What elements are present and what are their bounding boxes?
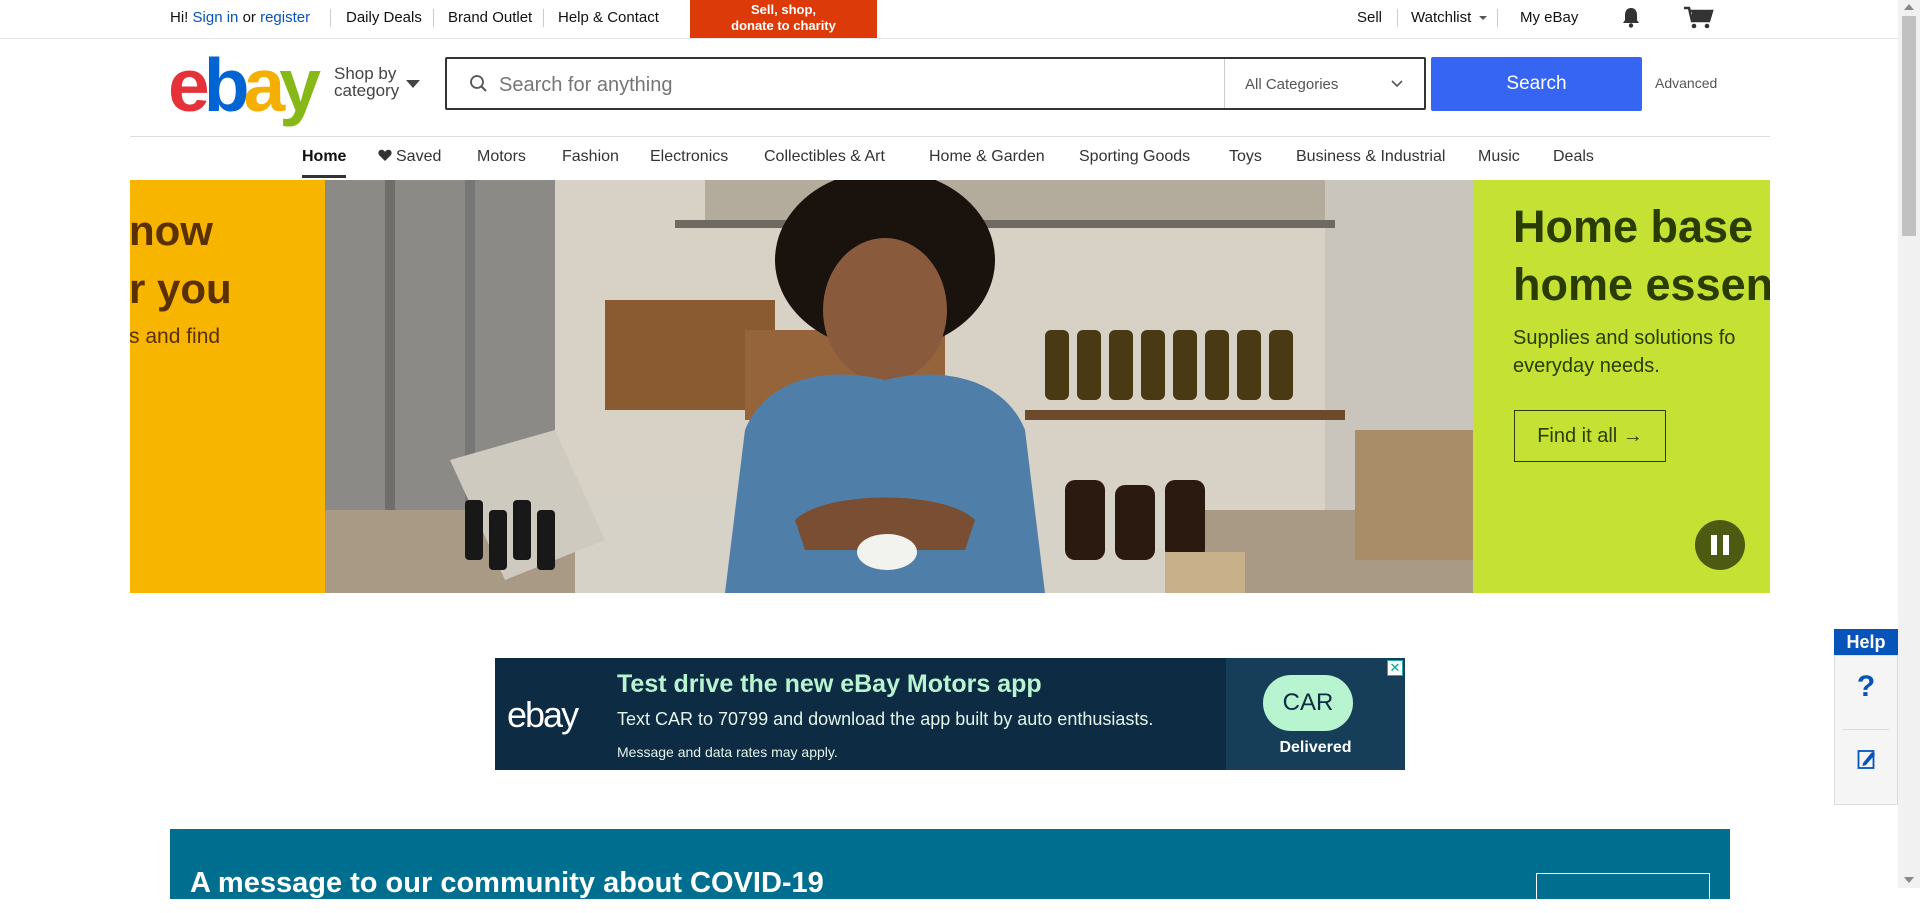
brand-outlet-link[interactable]: Brand Outlet: [448, 9, 532, 26]
nav-item-sporting-goods[interactable]: Sporting Goods: [1079, 148, 1190, 166]
ebay-logo[interactable]: ebay: [168, 48, 321, 123]
chevron-down-icon: [1479, 16, 1488, 20]
hero-promo-panel: Home base home essen Supplies and solutio…: [1473, 180, 1770, 593]
sign-in-link[interactable]: Sign in: [193, 9, 239, 26]
logo-b: b: [203, 43, 250, 127]
previous-slide-heading: now r you: [130, 202, 232, 318]
hero-title-line-1: Home base: [1513, 201, 1754, 252]
close-ad-icon[interactable]: ✕: [1387, 660, 1403, 676]
pause-icon: [1711, 535, 1717, 555]
active-tab-indicator: [302, 175, 346, 178]
logo-y: y: [279, 43, 321, 127]
scrollbar-thumb[interactable]: [1902, 16, 1916, 236]
category-select-label: All Categories: [1245, 76, 1339, 93]
ad-delivered-label: Delivered: [1279, 739, 1352, 756]
previous-slide-subtext: s and find: [130, 325, 221, 348]
ad-title: Test drive the new eBay Motors app: [617, 670, 1042, 698]
search-bar: All Categories: [445, 57, 1426, 110]
divider: [433, 9, 434, 27]
ad-graphic: CAR Delivered: [1226, 658, 1405, 770]
hero-subtitle-line-1: Supplies and solutions fo: [1513, 327, 1736, 349]
search-icon: [469, 74, 489, 99]
charity-line-1: Sell, shop,: [750, 2, 816, 17]
nav-item-toys[interactable]: Toys: [1229, 148, 1262, 166]
previous-slide-line-1: now: [130, 207, 213, 254]
nav-item-music[interactable]: Music: [1478, 148, 1520, 166]
saved-label: Saved: [396, 148, 442, 165]
caret-down-icon: [406, 80, 420, 88]
hero-title-line-2: home essen: [1513, 259, 1770, 310]
logo-e: e: [168, 43, 210, 127]
nav-item-collectibles-art[interactable]: Collectibles & Art: [764, 148, 885, 166]
ad-body: Text CAR to 70799 and download the app b…: [617, 709, 1154, 729]
covid-title: A message to our community about COVID-1…: [190, 867, 824, 899]
hero-subtitle-line-2: everyday needs.: [1513, 355, 1660, 377]
divider: [1843, 729, 1889, 730]
chat-bubble-icon: CAR: [1263, 675, 1353, 731]
divider: [330, 9, 331, 27]
nav-item-saved[interactable]: Saved: [378, 148, 441, 166]
feedback-icon[interactable]: [1857, 748, 1877, 775]
watchlist-link[interactable]: Watchlist: [1411, 9, 1488, 26]
help-contact-link[interactable]: Help & Contact: [558, 9, 659, 26]
ad-fine-print: Message and data rates may apply.: [617, 744, 838, 760]
header-divider: [130, 136, 1770, 137]
advanced-search-link[interactable]: Advanced: [1655, 75, 1717, 91]
scroll-up-arrow-icon[interactable]: [1904, 4, 1914, 10]
question-icon[interactable]: ?: [1835, 670, 1897, 704]
scroll-down-arrow-icon[interactable]: [1904, 877, 1914, 883]
shop-by-line-2: category: [334, 81, 400, 100]
hero-title: Home base home essen: [1513, 198, 1770, 314]
logo-a: a: [243, 43, 286, 127]
nav-item-deals[interactable]: Deals: [1553, 148, 1594, 166]
charity-line-2: donate to charity: [731, 18, 836, 33]
divider: [1397, 9, 1398, 27]
page-scrollbar[interactable]: [1898, 0, 1920, 888]
shop-by-category-button[interactable]: Shop by category: [334, 65, 399, 99]
pause-carousel-button[interactable]: [1695, 520, 1745, 570]
bell-icon[interactable]: [1621, 6, 1641, 33]
register-link[interactable]: register: [260, 9, 310, 26]
hero-subtitle: Supplies and solutions fo everyday needs.: [1513, 324, 1735, 380]
nav-item-fashion[interactable]: Fashion: [562, 148, 619, 166]
chevron-down-icon: [1391, 75, 1403, 93]
divider: [543, 9, 544, 27]
pause-icon: [1723, 535, 1729, 555]
nav-item-home[interactable]: Home: [302, 148, 346, 166]
help-panel: ?: [1834, 655, 1898, 805]
previous-slide-line-2: r you: [130, 265, 232, 312]
charity-banner-link[interactable]: Sell, shop, donate to charity: [690, 0, 877, 38]
my-ebay-link[interactable]: My eBay: [1520, 9, 1578, 26]
nav-item-home-garden[interactable]: Home & Garden: [929, 148, 1045, 166]
find-it-all-button[interactable]: Find it all →: [1514, 410, 1666, 462]
search-button[interactable]: Search: [1431, 57, 1642, 111]
nav-item-electronics[interactable]: Electronics: [650, 148, 728, 166]
nav-item-business-industrial[interactable]: Business & Industrial: [1296, 148, 1445, 166]
hero-photo-woman-at-counter: [325, 180, 1473, 593]
cart-icon[interactable]: [1683, 6, 1715, 35]
watchlist-label: Watchlist: [1411, 9, 1472, 26]
search-input[interactable]: [497, 71, 1141, 99]
help-widget: Help ?: [1834, 629, 1898, 805]
ad-ebay-logo: ebay: [507, 694, 579, 735]
greeting-text: Hi! Sign in or register: [170, 9, 311, 26]
heart-icon: [378, 149, 392, 161]
divider: [1497, 9, 1498, 27]
category-select[interactable]: All Categories: [1224, 59, 1427, 108]
motors-app-ad[interactable]: ebay Test drive the new eBay Motors app …: [495, 658, 1405, 770]
covid-message-banner: A message to our community about COVID-1…: [170, 829, 1730, 913]
sell-link[interactable]: Sell: [1357, 9, 1382, 26]
help-tab[interactable]: Help: [1834, 629, 1898, 655]
top-bar: Hi! Sign in or register Daily Deals Bran…: [0, 0, 1898, 39]
daily-deals-link[interactable]: Daily Deals: [346, 9, 422, 26]
hero-carousel[interactable]: now r you s and find Home base home esse…: [130, 180, 1770, 593]
nav-item-motors[interactable]: Motors: [477, 148, 526, 166]
covid-learn-more-button[interactable]: [1536, 873, 1710, 913]
